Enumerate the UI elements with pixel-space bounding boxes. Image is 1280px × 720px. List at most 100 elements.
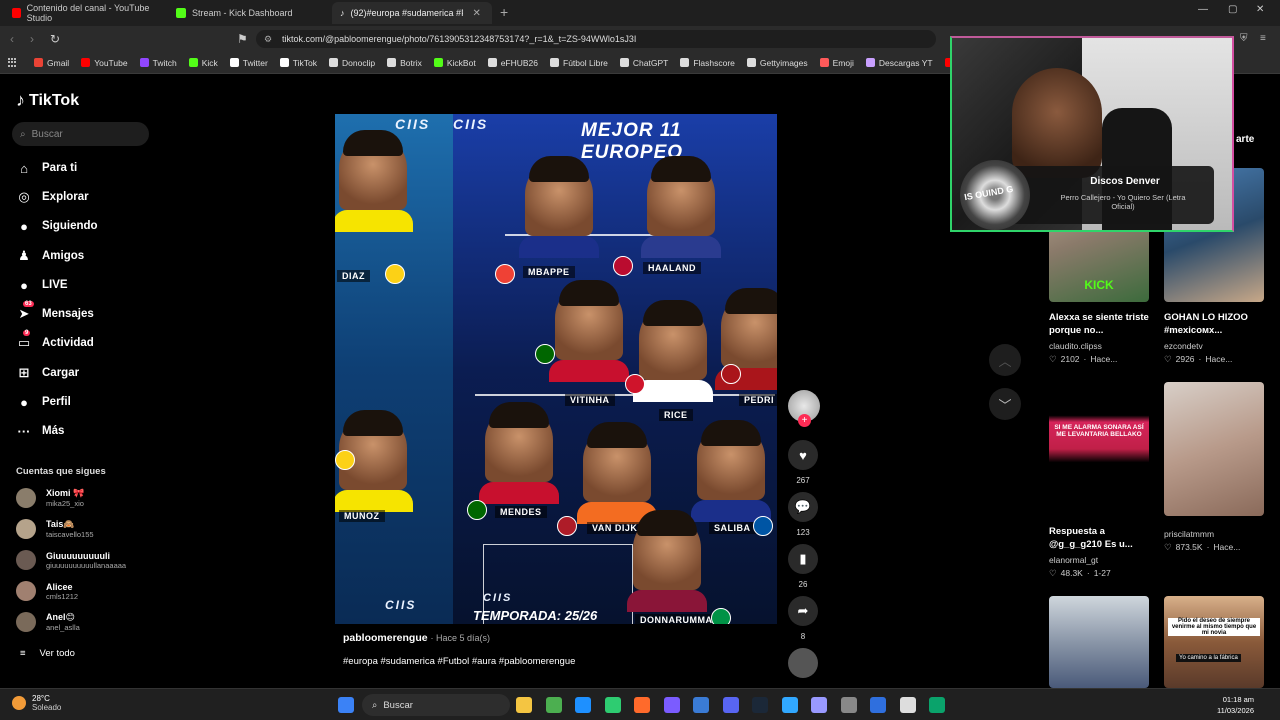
discord-icon[interactable] (722, 697, 739, 713)
search-input[interactable]: ⌕ Buscar (12, 122, 149, 146)
url-field[interactable]: ⚙ tiktok.com/@pabloomerengue/photo/76139… (256, 30, 936, 48)
close-tab-icon[interactable]: ✕ (473, 8, 481, 19)
share-button[interactable]: ➦ (788, 596, 818, 626)
site-info-icon[interactable]: ⚙ (264, 34, 272, 45)
bookmark-item[interactable]: Fútbol Libre (550, 58, 608, 68)
brave-shield-icon[interactable]: ⛨ (1240, 33, 1248, 44)
bookmark-item[interactable]: TikTok (279, 58, 317, 68)
minimize-button[interactable]: — (1198, 4, 1208, 15)
video-author: claudito.clipss (1049, 340, 1102, 351)
separator: · (1198, 353, 1202, 364)
sidebar-item-live[interactable]: ● LIVE (16, 277, 68, 293)
tiktok-logo[interactable]: ♪ TikTok (16, 90, 79, 111)
sidebar-item-profile[interactable]: ● Perfil (16, 394, 71, 410)
bookmark-item[interactable]: Botrix (387, 58, 422, 68)
bookmark-item[interactable]: Gettyimages (746, 58, 808, 68)
icon-glyph: ● (20, 218, 28, 234)
premiere-icon[interactable] (811, 697, 827, 713)
media-player-icon[interactable] (899, 697, 916, 713)
chrome-icon[interactable] (545, 697, 562, 713)
reload-button[interactable]: ↻ (50, 32, 60, 46)
post-image[interactable]: CIIS CIIS MEJOR 11 EUROPEO DIAZ MBAPPE HAA… (335, 114, 777, 624)
following-account[interactable]: Tais🙈 taiscavello155 (16, 519, 94, 539)
brave-icon[interactable] (634, 697, 650, 713)
activity-icon: ▭ 9 (16, 330, 32, 351)
recommended-video-card[interactable]: priscilatmmm ♡ 873.5K · Hace... (1164, 382, 1264, 553)
system-clock[interactable]: 01:18 am 11/03/2026 (1217, 695, 1254, 716)
app-icon[interactable] (663, 697, 680, 713)
player-portrait (479, 402, 559, 504)
music-avatar[interactable] (788, 648, 818, 678)
country-flag-icon (753, 516, 773, 536)
app-icon[interactable] (604, 697, 621, 713)
previous-post-button[interactable]: ︿ (989, 344, 1021, 376)
recommended-video-card[interactable] (1049, 596, 1149, 688)
comment-button[interactable]: 💬 (788, 492, 818, 522)
sidebar-item-friends[interactable]: ♟ Amigos (16, 248, 84, 264)
player-name: DIAZ (337, 270, 370, 282)
notepad-icon[interactable] (870, 697, 886, 713)
maximize-button[interactable]: ▢ (1228, 4, 1237, 15)
bookmark-item[interactable]: Kick (188, 58, 218, 68)
bookmark-item[interactable]: Gmail (34, 58, 69, 68)
recommended-video-card[interactable]: SI ME ALARMA SONARA ASÍ ME LEVANTARIA BE… (1049, 382, 1159, 579)
settings-icon[interactable] (840, 697, 857, 713)
bookmark-item[interactable]: Emoji (819, 58, 854, 68)
video-author: priscilatmmm (1164, 529, 1215, 539)
like-button[interactable]: ♥ (788, 440, 818, 470)
following-account[interactable]: Anel😊 anel_aslla (16, 612, 80, 632)
following-account[interactable]: Alicee cmls1212 (16, 581, 78, 601)
bookmark-item[interactable]: Twitch (139, 58, 177, 68)
menu-icon[interactable]: ≡ (1260, 33, 1266, 44)
tab-tiktok-post[interactable]: ♪ (92)#europa #sudamerica #Fu ✕ (332, 2, 492, 24)
tab-youtube-studio[interactable]: Contenido del canal - YouTube Studio (4, 2, 164, 24)
bookmark-item[interactable]: Twitter (229, 58, 268, 68)
taskbar-search[interactable]: ⌕ Buscar (362, 694, 510, 716)
avatar (16, 550, 36, 570)
sidebar-item-compass[interactable]: ◎ Explorar (16, 189, 88, 205)
app-icon[interactable] (575, 697, 591, 713)
recommended-video-card[interactable]: Pido el deseo de siempre venirme al mism… (1164, 596, 1264, 688)
steam-icon[interactable] (752, 697, 768, 713)
save-button[interactable]: ▮ (788, 544, 818, 574)
bookmark-item[interactable]: KickBot (433, 58, 476, 68)
bookmark-icon[interactable]: ⚑ (237, 32, 248, 46)
video-meta: ♡ 2102 · Hace... (1049, 354, 1159, 365)
sidebar-item-upload[interactable]: ⊞ Cargar (16, 365, 80, 381)
forward-button[interactable]: › (30, 32, 34, 46)
bookmark-item[interactable]: eFHUB26 (487, 58, 538, 68)
weather-widget[interactable]: 28°C Soleado (12, 694, 61, 712)
disc-text: IS OUIND G (963, 183, 1015, 203)
video-meta: ♡ 48.3K · 1-27 (1049, 568, 1159, 579)
sidebar-item-home[interactable]: ⌂ Para ti (16, 160, 77, 176)
sidebar-item-activity[interactable]: ▭ 9 Actividad (16, 330, 94, 351)
tab-label: Stream - Kick Dashboard (192, 8, 293, 18)
sidebar-item-more[interactable]: ··· Más (16, 423, 65, 439)
tab-kick-dashboard[interactable]: Stream - Kick Dashboard (168, 2, 328, 24)
back-button[interactable]: ‹ (10, 32, 14, 46)
bookmark-item[interactable]: Descargas YT (865, 58, 933, 68)
next-post-button[interactable]: ﹀ (989, 388, 1021, 420)
start-icon[interactable] (338, 697, 354, 713)
edge-icon[interactable] (929, 697, 945, 713)
close-window-button[interactable]: ✕ (1256, 4, 1264, 15)
following-account[interactable]: Xiomi 🎀 mika25_xio (16, 488, 84, 508)
video-thumbnail (1164, 382, 1264, 516)
bookmark-item[interactable]: Flashscore (680, 58, 735, 68)
following-account[interactable]: Giuuuuuuuuuli giuuuuuuuuuullanaaaaa (16, 550, 126, 570)
follow-plus-icon[interactable]: + (798, 414, 811, 427)
bookmark-item[interactable]: ChatGPT (619, 58, 668, 68)
bookmark-favicon-icon (865, 58, 875, 67)
new-tab-button[interactable]: + (500, 4, 508, 20)
post-author[interactable]: pabloomerengue · Hace 5 día(s) (343, 632, 490, 644)
player-portrait (641, 156, 721, 258)
bookmark-item[interactable]: Donoclip (329, 58, 375, 68)
file-explorer-icon[interactable] (516, 697, 532, 713)
sidebar-item-messages[interactable]: ➤ 63 Mensajes (16, 301, 94, 322)
calculator-icon[interactable] (693, 697, 709, 713)
bookmark-item[interactable]: YouTube (81, 58, 128, 68)
photoshop-icon[interactable] (781, 697, 798, 713)
see-all-button[interactable]: ≡ Ver todo (20, 648, 75, 659)
apps-grid-icon[interactable] (8, 57, 18, 68)
sidebar-item-following[interactable]: ● Siguiendo (16, 218, 98, 234)
